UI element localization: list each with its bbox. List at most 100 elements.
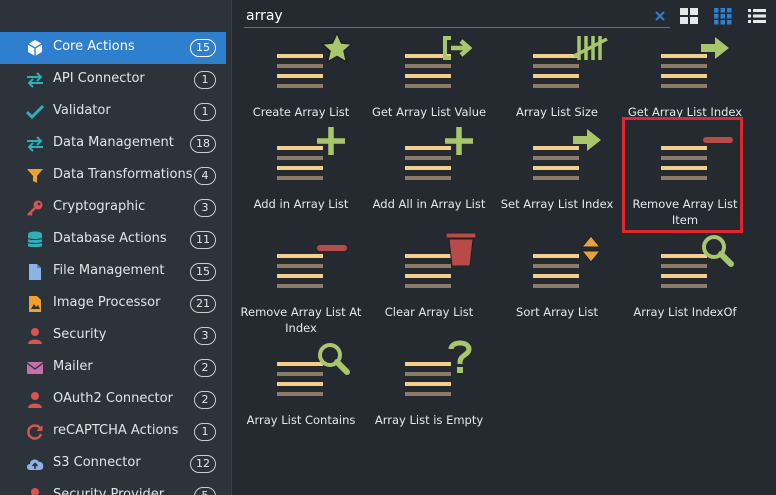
sidebar-item-label: Data Transformations [53, 167, 193, 182]
swap-arrows-icon [25, 134, 45, 154]
sidebar-item-label: reCAPTCHA Actions [53, 423, 179, 438]
check-icon [25, 102, 45, 122]
sidebar-item-validator[interactable]: Validator 1 [0, 96, 226, 128]
export-icon [399, 32, 481, 102]
action-label: Create Array List [252, 105, 350, 119]
action-clear-array-list[interactable]: Clear Array List [363, 232, 495, 336]
funnel-icon [25, 166, 45, 186]
count-badge: 1 [194, 423, 216, 441]
action-get-array-list-index[interactable]: Get Array List Index [619, 32, 751, 136]
sidebar-item-label: Mailer [53, 359, 93, 374]
sidebar-item-label: Core Actions [53, 39, 135, 54]
action-label: Remove Array List Item [632, 197, 738, 227]
search-bar [244, 4, 670, 28]
sidebar-item-oauth2-connector[interactable]: OAuth2 Connector 2 [0, 384, 226, 416]
count-badge: 5 [194, 487, 216, 495]
sidebar-item-image-processor[interactable]: Image Processor 21 [0, 288, 226, 320]
sidebar-item-label: Image Processor [53, 295, 161, 310]
sidebar-item-label: Data Management [53, 135, 174, 150]
sidebar-item-core-actions[interactable]: Core Actions 15 [0, 32, 226, 64]
action-get-array-list-value[interactable]: Get Array List Value [363, 32, 495, 136]
cube-icon [25, 38, 45, 58]
sidebar-item-recaptcha-actions[interactable]: reCAPTCHA Actions 1 [0, 416, 226, 448]
action-create-array-list[interactable]: Create Array List [235, 31, 367, 136]
refresh-icon [25, 422, 45, 442]
action-array-list-size[interactable]: Array List Size [491, 32, 623, 136]
sidebar-item-label: Security Provider [53, 487, 165, 495]
sidebar-item-label: Validator [53, 103, 111, 118]
sidebar-item-label: S3 Connector [53, 455, 141, 470]
sidebar-item-cryptographic[interactable]: Cryptographic 3 [0, 192, 226, 224]
sort-icon [527, 232, 609, 302]
sidebar-item-data-transformations[interactable]: Data Transformations 4 [0, 160, 226, 192]
plus-icon [271, 124, 353, 194]
action-label: Array List Contains [246, 413, 356, 427]
action-remove-array-list-at-index[interactable]: Remove Array List At Index [235, 232, 367, 336]
action-set-array-list-index[interactable]: Set Array List Index [491, 124, 623, 228]
user-icon [25, 326, 45, 346]
magnifier-icon [655, 232, 737, 302]
sidebar-item-file-management[interactable]: File Management 15 [0, 256, 226, 288]
plus-icon [399, 124, 481, 194]
large-grid-view-icon[interactable] [679, 6, 699, 26]
arrow-right-icon [655, 32, 737, 102]
magnifier-icon [271, 340, 353, 410]
count-badge: 3 [194, 327, 216, 345]
count-badge: 3 [194, 199, 216, 217]
sidebar-item-label: Cryptographic [53, 199, 146, 214]
sidebar-item-label: Database Actions [53, 231, 167, 246]
cloud-upload-icon [25, 454, 45, 474]
action-add-in-array-list[interactable]: Add in Array List [235, 124, 367, 228]
action-label: Set Array List Index [500, 197, 614, 211]
action-label: Array List IndexOf [633, 305, 737, 319]
count-badge: 2 [194, 359, 216, 377]
sidebar-item-label: File Management [53, 263, 165, 278]
envelope-icon [25, 358, 45, 378]
action-array-list-is-empty[interactable]: Array List is Empty [363, 340, 495, 444]
tally-icon [527, 32, 609, 102]
swap-arrows-icon [25, 70, 45, 90]
minus-icon [271, 232, 353, 302]
file-icon [25, 262, 45, 282]
action-remove-array-list-item[interactable]: Remove Array List Item [619, 124, 751, 228]
count-badge: 1 [194, 103, 216, 121]
action-array-list-indexof[interactable]: Array List IndexOf [619, 232, 751, 336]
star-icon [271, 31, 354, 102]
arrow-right-icon [527, 124, 609, 194]
sidebar-item-security[interactable]: Security 3 [0, 320, 226, 352]
key-icon [25, 198, 45, 218]
minus-icon [655, 124, 737, 194]
list-view-icon[interactable] [747, 6, 767, 26]
action-sort-array-list[interactable]: Sort Array List [491, 232, 623, 336]
sidebar-item-database-actions[interactable]: Database Actions 11 [0, 224, 226, 256]
action-array-list-contains[interactable]: Array List Contains [235, 340, 367, 444]
count-badge: 2 [194, 391, 216, 409]
action-label: Array List is Empty [374, 413, 484, 427]
small-grid-view-icon[interactable] [713, 6, 733, 26]
count-badge: 21 [190, 295, 216, 313]
sidebar-item-api-connector[interactable]: API Connector 1 [0, 64, 226, 96]
action-label: Get Array List Index [627, 105, 743, 119]
user-icon [25, 486, 45, 495]
clear-search-icon[interactable] [652, 8, 668, 24]
count-badge: 18 [190, 135, 216, 153]
count-badge: 11 [190, 231, 216, 249]
category-sidebar: Core Actions 15 API Connector 1 Validato… [0, 0, 232, 495]
sidebar-item-mailer[interactable]: Mailer 2 [0, 352, 226, 384]
image-file-icon [25, 294, 45, 314]
search-input[interactable] [246, 6, 636, 26]
sidebar-item-security-provider[interactable]: Security Provider 5 [0, 480, 226, 495]
action-label: Remove Array List At Index [240, 305, 362, 335]
action-label: Sort Array List [516, 305, 598, 319]
count-badge: 15 [190, 263, 216, 281]
action-add-all-in-array-list[interactable]: Add All in Array List [363, 124, 495, 228]
action-label: Array List Size [516, 105, 598, 119]
sidebar-item-label: Security [53, 327, 107, 342]
action-label: Clear Array List [384, 305, 474, 319]
sidebar-item-label: API Connector [53, 71, 145, 86]
sidebar-item-s3-connector[interactable]: S3 Connector 12 [0, 448, 226, 480]
database-icon [25, 230, 45, 250]
count-badge: 4 [194, 167, 216, 185]
sidebar-item-data-management[interactable]: Data Management 18 [0, 128, 226, 160]
count-badge: 15 [190, 39, 216, 57]
